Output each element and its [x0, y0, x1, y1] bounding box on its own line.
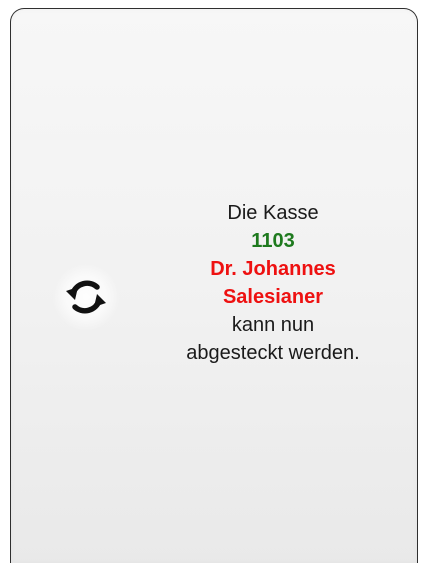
refresh-button[interactable]: [53, 264, 119, 330]
kasse-name-line-2: Salesianer: [222, 286, 324, 308]
message-line-action: kann nun: [231, 314, 315, 336]
refresh-icon: [66, 280, 106, 314]
message-line-end: abgesteckt werden.: [186, 342, 360, 364]
status-card: Die Kasse 1103 Dr. Johannes Salesianer k…: [10, 8, 418, 563]
kasse-number: 1103: [251, 230, 295, 252]
kasse-name-line-1: Dr. Johannes: [210, 258, 336, 280]
message-line-intro: Die Kasse: [227, 202, 319, 224]
kasse-message: Die Kasse 1103 Dr. Johannes Salesianer k…: [133, 199, 413, 367]
